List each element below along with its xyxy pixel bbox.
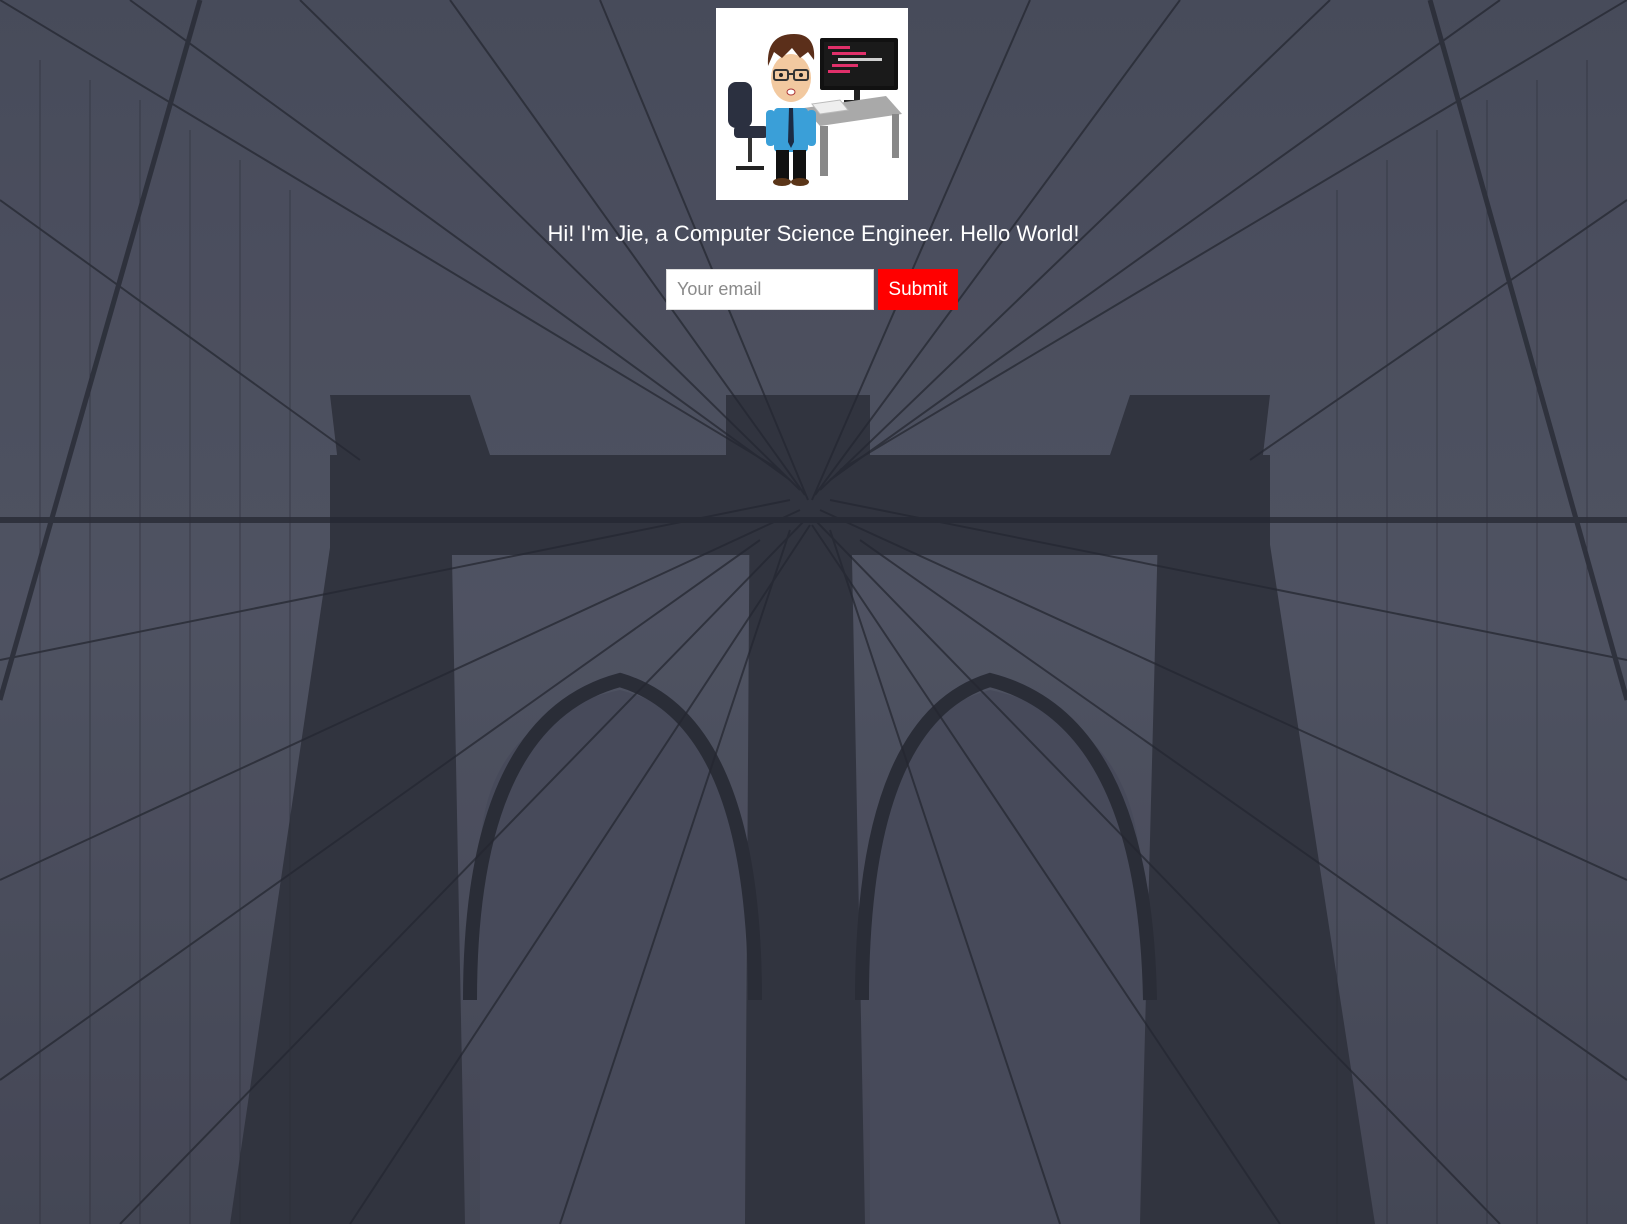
landing-page: Hi! I'm Jie, a Computer Science Engineer… [0,0,1627,1224]
programmer-avatar-icon [716,8,908,200]
email-signup-form: Submit [666,269,958,310]
submit-button[interactable]: Submit [878,269,958,310]
greeting-text: Hi! I'm Jie, a Computer Science Engineer… [547,221,1080,246]
email-field[interactable] [666,269,874,310]
avatar [716,8,908,200]
